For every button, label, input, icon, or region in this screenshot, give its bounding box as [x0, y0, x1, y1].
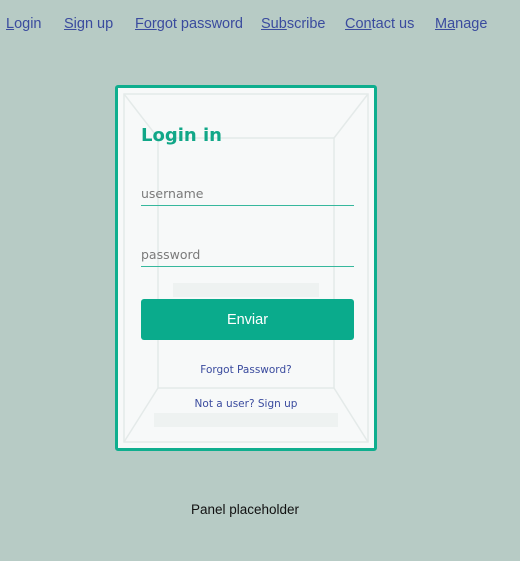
username-input[interactable]	[141, 181, 354, 206]
nav-link-manage-label: nage	[455, 16, 488, 32]
nav-link-forgot-password[interactable]: Forgot password	[135, 14, 243, 34]
login-card: Login in Enviar Forgot Password? Not a u…	[115, 85, 377, 451]
nav-link-subscribe-label: scribe	[286, 16, 326, 32]
nav-link-manage[interactable]: Manage	[435, 14, 487, 34]
nav-link-contact-label: tact us	[371, 16, 415, 32]
password-input[interactable]	[141, 242, 354, 267]
nav-link-signup-accesskey: Sig	[64, 16, 85, 32]
nav-link-signup-label: n up	[84, 16, 114, 32]
nav-link-login-label: ogin	[14, 16, 42, 32]
nav-link-signup[interactable]: Sign up	[64, 14, 113, 34]
nav-link-forgot-accesskey: For	[135, 16, 157, 32]
nav-link-contact-us[interactable]: Contact us	[345, 14, 414, 34]
login-title: Login in	[141, 125, 222, 146]
submit-button[interactable]: Enviar	[141, 299, 354, 340]
nav-link-subscribe[interactable]: Subscribe	[261, 14, 326, 34]
forgot-password-link[interactable]: Forgot Password?	[118, 364, 374, 376]
nav-link-subscribe-accesskey: Sub	[261, 16, 287, 32]
nav-link-login[interactable]: Login	[6, 14, 42, 34]
signup-link[interactable]: Not a user? Sign up	[118, 398, 374, 410]
nav-link-forgot-label: got password	[156, 16, 243, 32]
nav-link-manage-accesskey: Ma	[435, 16, 456, 32]
panel-placeholder: Panel placeholder	[190, 502, 300, 517]
nav-link-login-accesskey: L	[6, 16, 15, 32]
nav-link-contact-accesskey: Con	[345, 16, 372, 32]
